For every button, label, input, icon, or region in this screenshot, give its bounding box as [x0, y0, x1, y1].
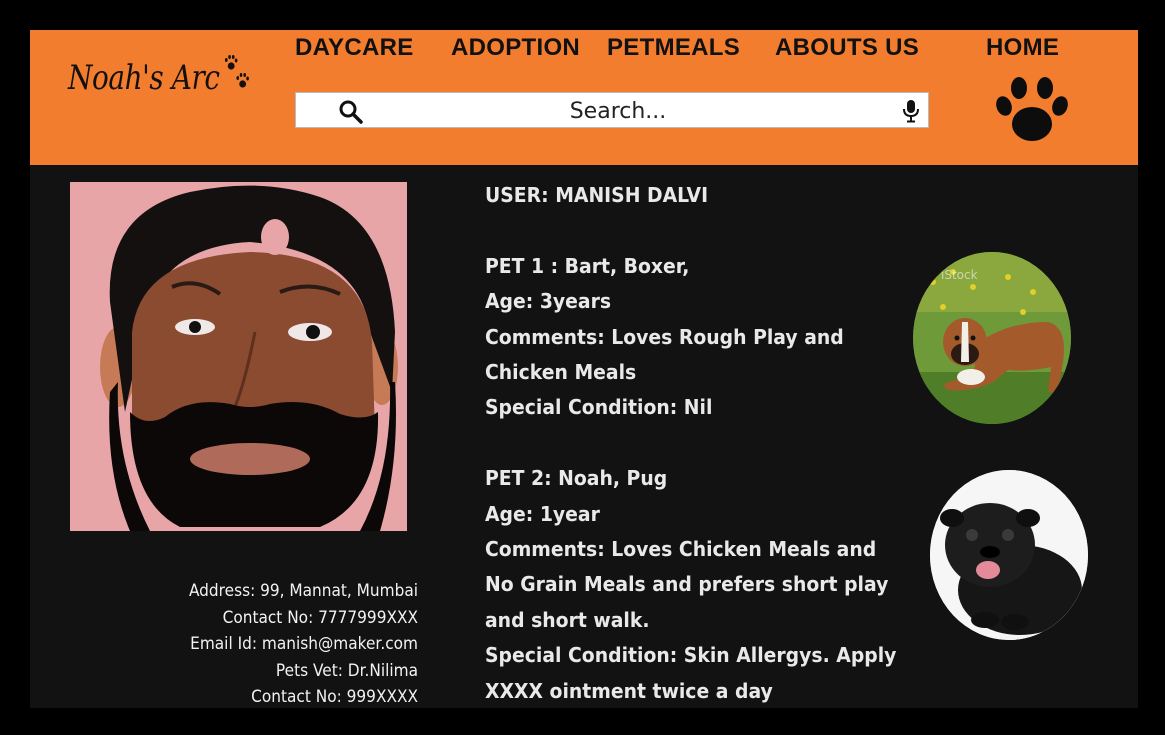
contact-info: Address: 99, Mannat, Mumbai Contact No: … — [85, 578, 418, 708]
pet-2-name: PET 2: Noah, Pug — [485, 466, 668, 491]
pet-2-age: Age: 1year — [485, 501, 600, 526]
pet-2-special-condition-cont: XXXX ointment twice a day — [485, 678, 773, 703]
profile-details: USER: MANISH DALVI PET 1 : Bart, Boxer, … — [485, 178, 955, 708]
pet-2-special-condition: Special Condition: Skin Allergys. Apply — [485, 643, 897, 668]
pet-2-photo — [930, 470, 1088, 640]
pet-1-details: PET 1 : Bart, Boxer, Age: 3years Comment… — [485, 249, 955, 426]
brand-logo[interactable]: Noah's Arc — [68, 55, 252, 108]
home-paw-icon[interactable] — [994, 76, 1070, 146]
brand-name: Noah's Arc — [68, 58, 220, 98]
pet-1-comments-cont: Chicken Meals — [485, 360, 637, 385]
nav-petmeals[interactable]: PETMEALS — [607, 34, 740, 62]
pet-1-name: PET 1 : Bart, Boxer, — [485, 253, 690, 278]
nav-home[interactable]: HOME — [986, 34, 1059, 62]
pet-2-comments-cont-1: No Grain Meals and prefers short play — [485, 572, 889, 597]
paw-prints-icon — [221, 52, 252, 96]
nav-daycare[interactable]: DAYCARE — [295, 34, 414, 62]
pet-1-special-condition: Special Condition: Nil — [485, 395, 713, 420]
pet-1-comments: Comments: Loves Rough Play and — [485, 324, 844, 349]
nav-abouts-us[interactable]: ABOUTS US — [775, 34, 919, 62]
search-icon[interactable] — [338, 99, 364, 125]
pet-2-comments-cont-2: and short walk. — [485, 607, 650, 632]
nav-adoption[interactable]: ADOPTION — [451, 34, 580, 62]
address-text: Address: 99, Mannat, Mumbai — [188, 581, 418, 600]
pet-1-photo: iStock — [913, 252, 1071, 424]
photo-watermark: iStock — [941, 268, 978, 282]
user-heading: USER: MANISH DALVI — [485, 183, 709, 207]
window-frame: Noah's Arc DAYCARE ADOPTION PETMEALS ABO… — [0, 0, 1165, 735]
search-input[interactable] — [406, 95, 830, 127]
search-bar — [295, 92, 929, 128]
pet-2-comments: Comments: Loves Chicken Meals and — [485, 537, 877, 562]
header-bar: Noah's Arc DAYCARE ADOPTION PETMEALS ABO… — [30, 30, 1138, 165]
profile-page: Noah's Arc DAYCARE ADOPTION PETMEALS ABO… — [30, 30, 1138, 708]
pet-1-age: Age: 3years — [485, 289, 612, 314]
user-avatar — [70, 182, 407, 531]
vet-contact-number-text: Contact No: 999XXXX — [251, 687, 418, 706]
microphone-icon[interactable] — [902, 99, 920, 123]
pet-2-details: PET 2: Noah, Pug Age: 1year Comments: Lo… — [485, 461, 955, 708]
contact-number-text: Contact No: 7777999XXX — [222, 607, 418, 627]
email-text: Email Id: manish@maker.com — [190, 634, 418, 653]
pets-vet-text: Pets Vet: Dr.Nilima — [275, 660, 418, 680]
